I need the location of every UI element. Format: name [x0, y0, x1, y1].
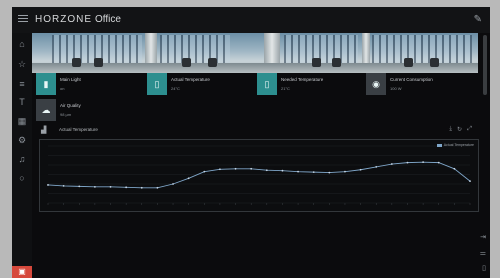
data-point[interactable] [203, 170, 206, 173]
data-point[interactable] [390, 163, 393, 165]
data-point[interactable] [328, 171, 331, 174]
app-window: HORZONE Office ✎ ⌂ ☆ ≡ T ▦ ⚙ ♫ ○ ▣ ▮ Main… [12, 7, 490, 278]
data-point[interactable] [234, 167, 237, 170]
tile-needed-temperature[interactable]: ▯ Needed Temperature 21°C [257, 73, 365, 95]
data-point[interactable] [297, 170, 299, 173]
tile-air-quality[interactable]: ☁ Air Quality 98 µm [36, 99, 144, 121]
data-point[interactable] [406, 161, 409, 164]
tile-label: Current Consumption [390, 77, 433, 82]
expand-icon[interactable]: ⤢ [467, 126, 472, 133]
settings-icon[interactable]: ⚙ [16, 134, 28, 146]
tile-value: on [60, 86, 65, 91]
data-point[interactable] [187, 177, 190, 180]
download-icon[interactable]: ⤓ [449, 126, 452, 133]
chart-legend: Actual Temperature [436, 143, 474, 147]
data-point[interactable] [219, 168, 221, 171]
list-icon[interactable]: ≡ [16, 78, 28, 90]
cloud-icon: ☁ [36, 99, 56, 121]
tile-value: 21°C [281, 86, 290, 91]
tile-label: Needed Temperature [281, 77, 324, 82]
data-point[interactable] [265, 169, 268, 172]
data-point[interactable] [453, 167, 456, 170]
data-point[interactable] [469, 180, 471, 183]
data-point[interactable] [312, 171, 315, 174]
data-point[interactable] [172, 183, 174, 185]
tile-main-light[interactable]: ▮ Main Light on [36, 73, 144, 95]
data-point[interactable] [62, 185, 65, 187]
logout-icon[interactable]: ⇥ [480, 233, 486, 241]
thermometer-icon: ▯ [147, 73, 167, 95]
brand-name: HORZONE [35, 14, 92, 25]
legend-swatch [436, 143, 442, 147]
menu-icon[interactable] [18, 15, 28, 23]
office-banner-image [32, 33, 478, 73]
brand-subtitle: Office [95, 14, 121, 25]
alert-icon[interactable]: ▣ [12, 266, 32, 278]
chart-icon: ▟ [41, 127, 47, 134]
chart-title: Actual Temperature [59, 127, 98, 132]
refresh-icon[interactable]: ↻ [457, 126, 462, 133]
temperature-chart: Actual Temperature [39, 139, 479, 212]
data-point[interactable] [47, 184, 49, 186]
data-point[interactable] [250, 167, 253, 170]
data-point[interactable] [93, 185, 96, 188]
home-icon[interactable]: ⌂ [16, 38, 28, 50]
thermometer-icon[interactable]: T [16, 96, 28, 108]
sidebar: ⌂ ☆ ≡ T ▦ ⚙ ♫ ○ ▣ [12, 33, 32, 278]
building-icon[interactable]: ▦ [16, 115, 28, 127]
chart-plot [47, 145, 471, 205]
power-icon: ◉ [366, 73, 386, 95]
tile-label: Air Quality [60, 103, 81, 108]
info-icon[interactable]: ○ [16, 172, 28, 184]
data-point[interactable] [125, 186, 128, 189]
data-point[interactable] [109, 185, 112, 188]
star-icon[interactable]: ☆ [16, 58, 28, 70]
legend-label: Actual Temperature [443, 143, 474, 147]
edit-icon[interactable]: ✎ [474, 14, 482, 25]
data-point[interactable] [375, 166, 378, 168]
tile-label: Main Light [60, 77, 81, 82]
tile-value: 24°C [171, 86, 180, 91]
data-point[interactable] [359, 168, 362, 171]
light-icon: ▮ [36, 73, 56, 95]
tile-actual-temperature[interactable]: ▯ Actual Temperature 24°C [147, 73, 255, 95]
tile-current-consumption[interactable]: ◉ Current Consumption 100 W [366, 73, 474, 95]
device-icon[interactable]: ▯ [482, 264, 486, 272]
top-bar: HORZONE Office ✎ [12, 7, 490, 33]
data-point[interactable] [78, 185, 81, 188]
data-point[interactable] [437, 161, 440, 164]
data-point[interactable] [281, 169, 284, 172]
app-title: HORZONE Office [35, 14, 121, 25]
bell-icon[interactable]: ♫ [16, 153, 28, 165]
tile-value: 98 µm [60, 112, 72, 117]
data-point[interactable] [344, 170, 346, 173]
tile-label: Actual Temperature [171, 77, 210, 82]
chart-header: ▟ Actual Temperature ⤓ ↻ ⤢ [32, 125, 478, 137]
thermostat-icon: ▯ [257, 73, 277, 95]
data-point[interactable] [140, 186, 143, 189]
sliders-icon[interactable]: ⚌ [480, 249, 486, 257]
data-point[interactable] [156, 186, 159, 189]
data-point[interactable] [422, 161, 425, 164]
scroll-thumb[interactable] [483, 35, 487, 95]
tile-value: 100 W [390, 86, 402, 91]
